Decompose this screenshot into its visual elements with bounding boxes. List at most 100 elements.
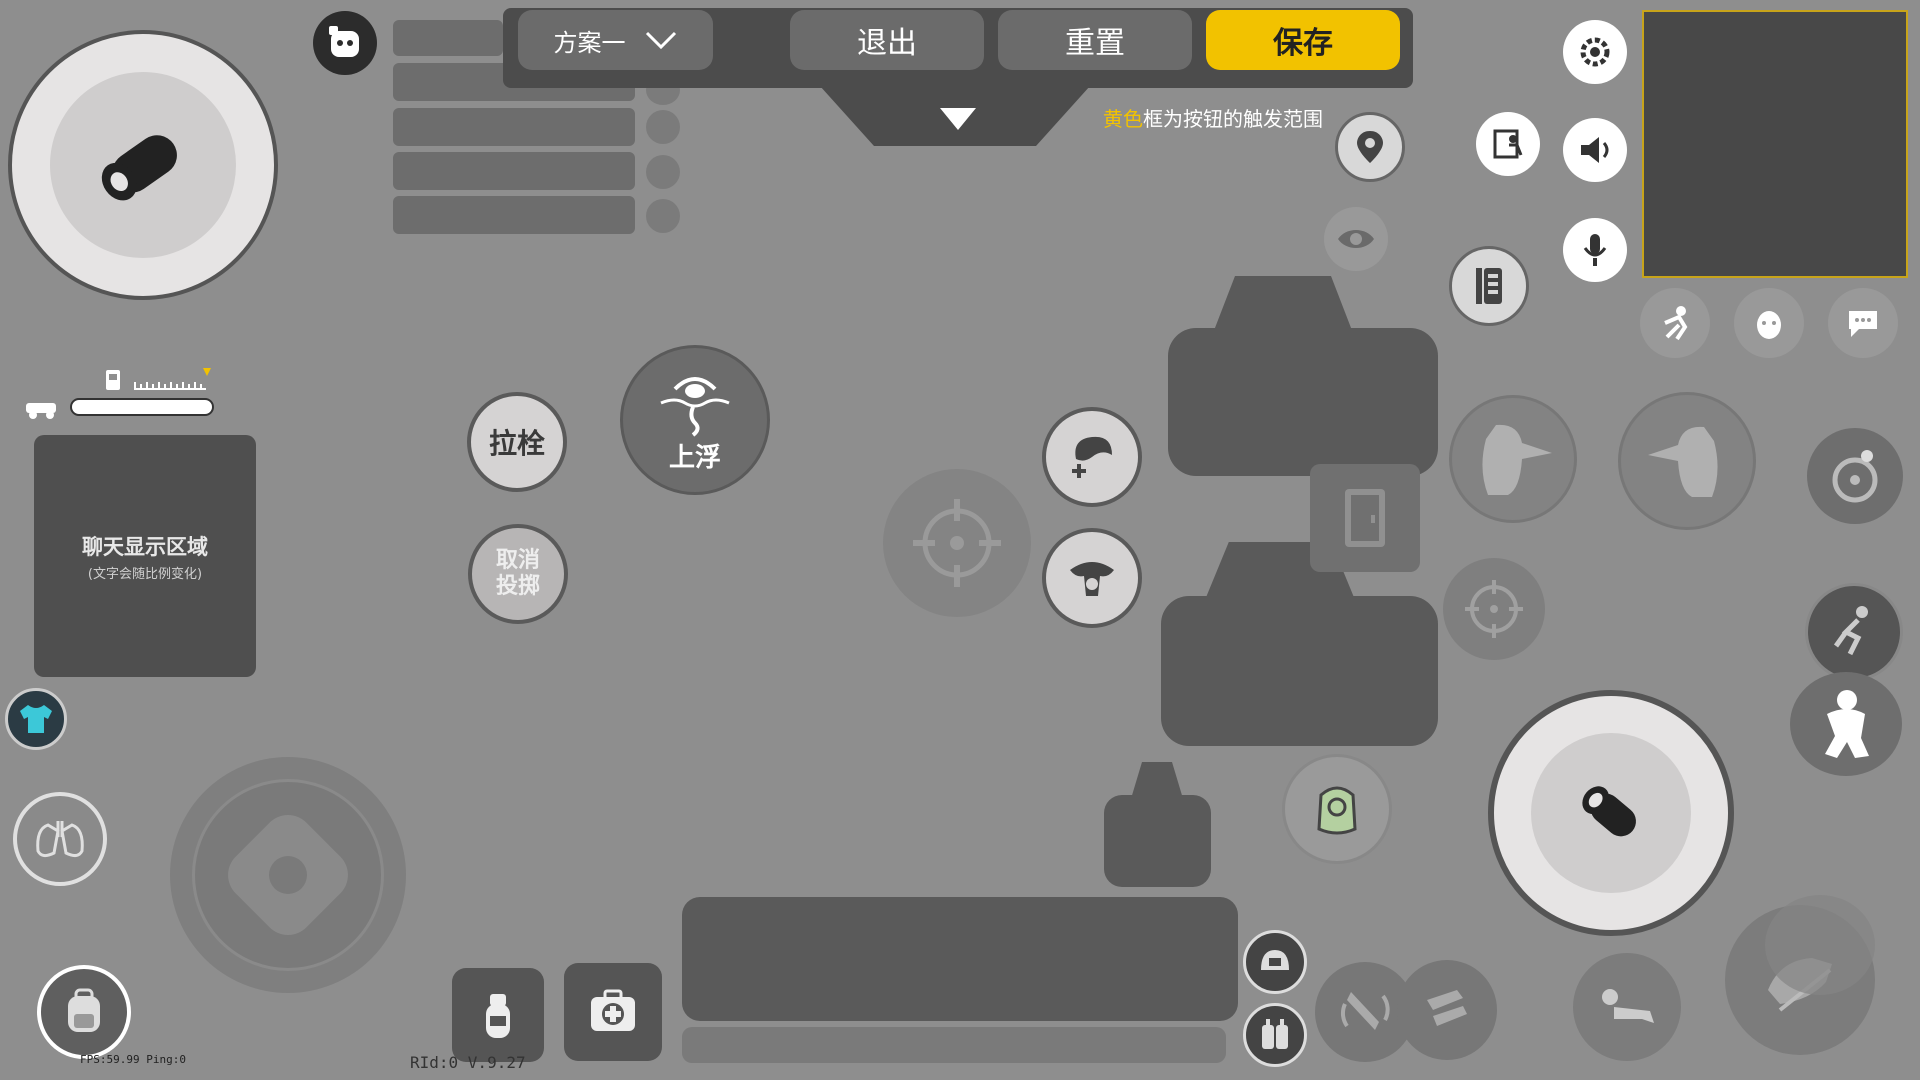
- door-button[interactable]: [1310, 464, 1420, 572]
- armor-icon: [1262, 1019, 1288, 1049]
- prone-button[interactable]: [1573, 953, 1681, 1061]
- feed-dot: [646, 155, 680, 189]
- feed-dot: [646, 110, 680, 144]
- lungs-icon: [36, 821, 84, 858]
- rescue-button[interactable]: [1042, 528, 1142, 628]
- armor-slot[interactable]: [1243, 1003, 1307, 1067]
- chat-area-subtitle: (文字会随比例变化): [87, 566, 203, 582]
- item-bar[interactable]: [682, 897, 1238, 1021]
- aim-button-right[interactable]: [1443, 558, 1545, 660]
- weapon-slot-1[interactable]: [1168, 328, 1438, 476]
- slide-button[interactable]: [1765, 895, 1875, 995]
- vehicle-icon: [26, 403, 56, 419]
- chat-button[interactable]: [1828, 288, 1898, 358]
- swimmer-icon: [660, 376, 730, 437]
- pull-bolt-label: 拉栓: [488, 427, 545, 460]
- settings-button[interactable]: [1563, 20, 1627, 84]
- joystick-center: [269, 856, 307, 894]
- exit-button[interactable]: 退出: [790, 10, 984, 70]
- backpack-button[interactable]: [37, 965, 131, 1059]
- fps-ping-text: FPS:59.99 Ping:0: [80, 1053, 186, 1066]
- eye-icon: [1338, 230, 1374, 248]
- location-pin-icon: [1357, 131, 1383, 163]
- grenade-slot[interactable]: [452, 968, 544, 1062]
- hint-highlight: 黄色: [1103, 107, 1143, 131]
- throwable-selector[interactable]: [1282, 754, 1392, 864]
- pull-bolt-button[interactable]: 拉栓: [467, 392, 567, 492]
- hint-rest: 框为按钮的触发范围: [1143, 107, 1323, 131]
- peek-button[interactable]: [1449, 246, 1529, 326]
- joystick-ring: [192, 779, 384, 971]
- feed-bar: [393, 152, 635, 190]
- jump-icon: [1825, 690, 1869, 758]
- float-up-button[interactable]: 上浮: [620, 345, 770, 495]
- hint-text: 黄色框为按钮的触发范围: [1103, 103, 1323, 132]
- outfit-button[interactable]: [5, 688, 67, 750]
- scheme-dropdown[interactable]: 方案一: [518, 10, 713, 70]
- shirt-icon: [20, 705, 52, 733]
- chevron-down-icon: [645, 31, 676, 50]
- crouch-icon: [1833, 606, 1868, 656]
- feed-bar: [393, 108, 635, 146]
- lean-icon: [1476, 268, 1502, 304]
- medkit-slot[interactable]: [564, 963, 662, 1061]
- microphone-icon: [1583, 234, 1607, 266]
- steering-wheel-icon: [1832, 450, 1878, 503]
- grenade-icon: [486, 994, 510, 1038]
- bullet-fire-icon: [50, 72, 236, 258]
- weapon-slot-3[interactable]: [1104, 795, 1211, 887]
- fire-button-left[interactable]: [8, 30, 278, 300]
- avatar-face-icon[interactable]: [313, 11, 377, 75]
- lean-right-fire-button[interactable]: [1618, 392, 1756, 530]
- helmet-slot[interactable]: [1243, 930, 1307, 994]
- sticker-icon: [1757, 311, 1781, 339]
- weapon-slot-2[interactable]: [1161, 596, 1438, 746]
- medkit-icon: [591, 989, 635, 1031]
- hold-breath-button[interactable]: [13, 792, 107, 886]
- fire-button-right[interactable]: [1488, 690, 1734, 936]
- reset-button[interactable]: 重置: [998, 10, 1192, 70]
- settings-gear-icon: [1580, 37, 1610, 67]
- emote-icon: [1664, 306, 1688, 341]
- crosshair-icon: [1465, 580, 1523, 638]
- fuel-gauge: [106, 368, 211, 390]
- shooter-right-icon: [1648, 426, 1718, 497]
- reload-button[interactable]: [1397, 960, 1497, 1060]
- sticker-button[interactable]: [1734, 288, 1804, 358]
- lean-left-fire-button[interactable]: [1449, 395, 1577, 523]
- vehicle-health-bar: [70, 398, 214, 416]
- movement-joystick[interactable]: [170, 757, 406, 993]
- scheme-label: 方案一: [553, 28, 626, 57]
- jump-button[interactable]: [1790, 672, 1902, 776]
- speaker-icon: [1581, 137, 1609, 163]
- minimap[interactable]: [1642, 10, 1908, 278]
- speaker-button[interactable]: [1563, 118, 1627, 182]
- mark-location-button[interactable]: [1335, 112, 1405, 182]
- pickup-button[interactable]: [1042, 407, 1142, 507]
- exit-vehicle-button[interactable]: [1476, 112, 1540, 176]
- float-up-label: 上浮: [668, 442, 721, 473]
- chat-bubble-icon: [1849, 311, 1877, 337]
- prone-icon: [1602, 989, 1654, 1023]
- exit-vehicle-icon: [1493, 129, 1523, 159]
- microphone-button[interactable]: [1563, 218, 1627, 282]
- cancel-throw-button[interactable]: 取消投掷: [468, 524, 568, 624]
- crouch-button[interactable]: [1805, 583, 1903, 681]
- aim-button-center[interactable]: [883, 469, 1031, 617]
- helmet-icon: [1261, 950, 1289, 970]
- rescue-icon: [1070, 562, 1114, 596]
- drive-button[interactable]: [1807, 428, 1903, 524]
- cancel-throw-label: 取消投掷: [495, 548, 540, 599]
- crosshair-icon: [913, 499, 1001, 587]
- chat-area-title: 聊天显示区域: [82, 534, 208, 559]
- bullet-fire-icon: [1531, 733, 1691, 893]
- spectate-button[interactable]: [1324, 207, 1388, 271]
- feed-bar: [393, 196, 635, 234]
- chat-display-area: 聊天显示区域 (文字会随比例变化): [34, 435, 256, 677]
- item-bar-bottom: [682, 1027, 1226, 1063]
- emote-button[interactable]: [1640, 288, 1710, 358]
- magazine-icon: [1427, 990, 1467, 1026]
- save-button[interactable]: 保存: [1206, 10, 1400, 70]
- version-text: RId:0 V.9.27: [410, 1053, 526, 1072]
- triangle-down-icon: [940, 108, 976, 130]
